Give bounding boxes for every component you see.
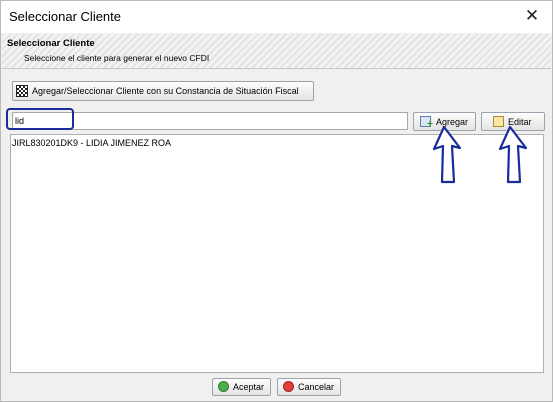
up-arrow-annotation-icon: [432, 125, 462, 184]
close-icon[interactable]: ✕: [518, 4, 546, 28]
header-subtitle: Seleccione el cliente para generar el nu…: [24, 53, 210, 63]
cancel-icon: [283, 381, 294, 392]
cancel-button[interactable]: Cancelar: [277, 378, 341, 396]
sat-constancia-button[interactable]: Agregar/Seleccionar Cliente con su Const…: [12, 81, 314, 101]
qr-code-icon: [16, 85, 28, 97]
title-bar: Seleccionar Cliente ✕: [1, 1, 552, 33]
dialog-window: Seleccionar Cliente ✕ Seleccionar Client…: [0, 0, 553, 402]
dialog-header: Seleccionar Cliente Seleccione el client…: [2, 34, 551, 69]
accept-button-label: Aceptar: [233, 382, 265, 392]
check-icon: [218, 381, 229, 392]
sat-constancia-label: Agregar/Seleccionar Cliente con su Const…: [32, 86, 299, 96]
accept-button[interactable]: Aceptar: [212, 378, 271, 396]
search-highlight-annotation: [6, 108, 74, 130]
up-arrow-annotation-icon: [498, 125, 528, 184]
list-item[interactable]: JIRL830201DK9 - LIDIA JIMENEZ ROA: [12, 138, 171, 148]
header-title: Seleccionar Cliente: [7, 38, 95, 49]
window-title: Seleccionar Cliente: [9, 9, 122, 24]
cancel-button-label: Cancelar: [298, 382, 335, 392]
